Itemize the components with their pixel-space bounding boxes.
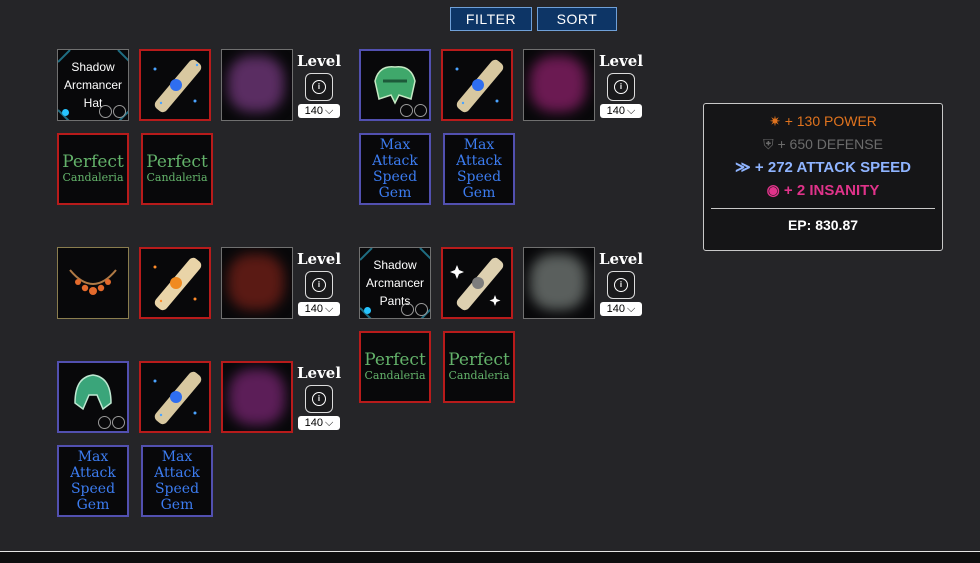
level-control: Level i 140 ⌵	[297, 364, 341, 430]
rune-slot-magenta[interactable]	[523, 49, 595, 121]
perfect-candaleria-slot[interactable]: Perfect Candaleria	[359, 331, 431, 403]
stat-defense: ⛨ + 650 DEFENSE	[763, 136, 883, 152]
level-label: Level	[599, 52, 644, 70]
stats-panel: ✷ + 130 POWER ⛨ + 650 DEFENSE ≫ + 272 AT…	[703, 103, 943, 251]
rune-slot-gray[interactable]	[523, 247, 595, 319]
info-icon: i	[614, 278, 628, 292]
rune-slot-magenta[interactable]	[221, 361, 293, 433]
scroll-slot-blue[interactable]	[441, 49, 513, 121]
max-attack-speed-gem-slot[interactable]: Max Attack Speed Gem	[443, 133, 515, 205]
rune-icon	[228, 56, 284, 112]
scroll-icon	[153, 371, 202, 425]
info-button[interactable]: i	[305, 73, 333, 101]
socket-rings	[98, 416, 125, 429]
scroll-icon	[455, 59, 504, 113]
necklace-icon	[69, 269, 117, 295]
eye-icon: ◉	[766, 182, 780, 199]
item-slot-helmet[interactable]	[57, 361, 129, 433]
shield-icon: ⛨	[763, 136, 774, 152]
scroll-icon	[153, 59, 202, 113]
level-label: Level	[297, 364, 342, 382]
socket-rings	[99, 105, 126, 118]
chevron-down-icon: ⌵	[325, 417, 334, 429]
level-select[interactable]: 140 ⌵	[298, 302, 340, 316]
divider	[711, 208, 935, 209]
level-select[interactable]: 140 ⌵	[298, 104, 340, 118]
info-icon: i	[312, 80, 326, 94]
level-control: Level i 140 ⌵	[599, 52, 643, 118]
info-button[interactable]: i	[305, 271, 333, 299]
stat-attack-speed: ≫ + 272 ATTACK SPEED	[735, 159, 911, 176]
socket-rings	[400, 104, 427, 117]
level-label: Level	[297, 250, 342, 268]
rune-icon	[228, 254, 284, 310]
ep-value: EP: 830.87	[787, 217, 859, 233]
level-control: Level i 140 ⌵	[297, 52, 341, 118]
chevron-down-icon: ⌵	[325, 105, 334, 117]
item-slot-shoulders[interactable]	[359, 49, 431, 121]
rarity-dot	[62, 109, 69, 116]
level-select[interactable]: 140 ⌵	[298, 416, 340, 430]
perfect-candaleria-slot[interactable]: Perfect Candaleria	[443, 331, 515, 403]
level-select[interactable]: 140 ⌵	[600, 104, 642, 118]
rarity-dot	[364, 307, 371, 314]
socket-rings	[401, 303, 428, 316]
info-button[interactable]: i	[607, 73, 635, 101]
perfect-candaleria-slot[interactable]: Perfect Candaleria	[141, 133, 213, 205]
scroll-icon	[450, 257, 504, 311]
level-control: Level i 140 ⌵	[599, 250, 643, 316]
sort-button[interactable]: SORT	[537, 7, 617, 31]
item-slot-hat[interactable]: Shadow Arcmancer Hat	[57, 49, 129, 121]
max-attack-speed-gem-slot[interactable]: Max Attack Speed Gem	[141, 445, 213, 517]
stat-insanity: ◉ + 2 INSANITY	[766, 182, 880, 199]
chevron-down-icon: ⌵	[627, 303, 636, 315]
scroll-slot-white[interactable]	[441, 247, 513, 319]
info-button[interactable]: i	[607, 271, 635, 299]
perfect-candaleria-slot[interactable]: Perfect Candaleria	[57, 133, 129, 205]
chevron-down-icon: ⌵	[627, 105, 636, 117]
item-slot-necklace[interactable]	[57, 247, 129, 319]
level-control: Level i 140 ⌵	[297, 250, 341, 316]
level-label: Level	[297, 52, 342, 70]
power-icon: ✷	[769, 113, 781, 129]
max-attack-speed-gem-slot[interactable]: Max Attack Speed Gem	[359, 133, 431, 205]
level-select[interactable]: 140 ⌵	[600, 302, 642, 316]
filter-button[interactable]: FILTER	[450, 7, 532, 31]
scroll-slot-blue[interactable]	[139, 49, 211, 121]
rune-icon	[530, 254, 586, 310]
level-label: Level	[599, 250, 644, 268]
rune-icon	[229, 369, 285, 425]
rune-icon	[530, 56, 586, 112]
info-icon: i	[312, 392, 326, 406]
footer-bar	[0, 552, 980, 563]
scroll-icon	[153, 257, 202, 311]
scroll-slot-orange[interactable]	[139, 247, 211, 319]
rune-slot-red[interactable]	[221, 247, 293, 319]
info-icon: i	[614, 80, 628, 94]
chevron-down-icon: ⌵	[325, 303, 334, 315]
info-button[interactable]: i	[305, 385, 333, 413]
stat-power: ✷ + 130 POWER	[769, 113, 877, 129]
rune-slot-purple[interactable]	[221, 49, 293, 121]
attack-speed-icon: ≫	[735, 159, 751, 176]
scroll-slot-blue[interactable]	[139, 361, 211, 433]
info-icon: i	[312, 278, 326, 292]
max-attack-speed-gem-slot[interactable]: Max Attack Speed Gem	[57, 445, 129, 517]
item-slot-pants[interactable]: Shadow Arcmancer Pants	[359, 247, 431, 319]
